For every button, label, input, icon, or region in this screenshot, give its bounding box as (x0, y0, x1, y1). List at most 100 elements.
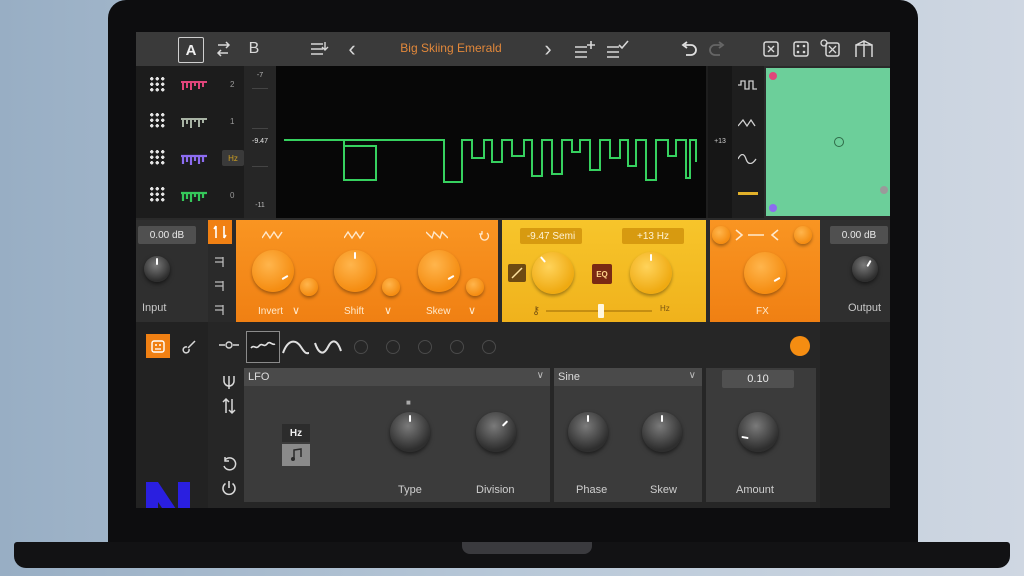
shift-dropdown-icon[interactable]: ∨ (384, 304, 392, 317)
modulator-face-icon[interactable] (146, 334, 170, 358)
redo-icon[interactable] (706, 37, 728, 61)
retrigger-icon[interactable] (218, 454, 240, 474)
phase-label: Phase (576, 484, 608, 496)
skew-mod-knob[interactable] (466, 278, 484, 296)
sine-wave-icon[interactable] (738, 154, 758, 164)
random-icon[interactable] (760, 37, 782, 61)
skew-dropdown-icon[interactable]: ∨ (468, 304, 476, 317)
waveform-slot[interactable] (386, 340, 400, 354)
fx-routing-icon[interactable] (734, 228, 786, 242)
output-gain-value[interactable]: 0.00 dB (830, 226, 888, 244)
toolbar: A B ‹ Big Skiing Emerald › (136, 32, 890, 66)
wave-thumbnail-purple[interactable] (181, 154, 207, 166)
ab-b-button[interactable]: B (244, 37, 264, 61)
input-gain-value[interactable]: 0.00 dB (138, 226, 196, 244)
fx-knob[interactable] (744, 252, 786, 294)
waveform-select[interactable]: Sine ∨ (554, 368, 702, 386)
guitar-icon[interactable] (178, 336, 200, 358)
routing-icon[interactable] (852, 37, 876, 61)
preset-list-icon[interactable] (308, 37, 332, 61)
waveform-slot[interactable] (450, 340, 464, 354)
grid-icon[interactable] (149, 112, 165, 128)
skew-knob[interactable] (418, 250, 460, 292)
waveform-button-noise[interactable] (246, 331, 280, 363)
amount-value[interactable]: 0.10 (722, 370, 794, 388)
grid-8-icon[interactable] (211, 276, 229, 294)
triangle-wave-icon[interactable] (262, 230, 284, 240)
invert-knob[interactable] (252, 250, 294, 292)
output-gain-knob[interactable] (852, 256, 878, 282)
skew-wave-icon[interactable] (426, 230, 448, 240)
semitone-knob[interactable] (532, 252, 574, 294)
shift-wave-icon[interactable] (344, 230, 366, 240)
wave-thumbnail-pink[interactable] (181, 80, 207, 92)
undo-icon[interactable] (678, 37, 700, 61)
link-toggle-icon[interactable] (208, 220, 232, 244)
copy-ab-icon[interactable] (212, 37, 236, 61)
waveform-slot[interactable] (482, 340, 496, 354)
random-all-icon[interactable] (818, 37, 844, 61)
phase-knob[interactable] (568, 412, 608, 452)
invert-dropdown-icon[interactable]: ∨ (292, 304, 300, 317)
grid-icon[interactable] (149, 149, 165, 165)
fx-mod-knob-left[interactable] (712, 226, 730, 244)
square-wave-icon[interactable] (738, 80, 758, 90)
frequency-knob[interactable] (630, 252, 672, 294)
semitone-value[interactable]: -9.47 Semi (520, 228, 582, 244)
fx-mod-knob-right[interactable] (794, 226, 812, 244)
lfo-source-select[interactable]: LFO ∨ (244, 368, 550, 386)
waveform-button-sine[interactable] (312, 331, 344, 361)
lfo-division-knob[interactable] (476, 412, 516, 452)
module-tool-strip (208, 220, 232, 322)
n-logo (144, 480, 200, 508)
lfo-sync-note-button[interactable] (282, 444, 310, 466)
grid-icon[interactable] (149, 76, 165, 92)
grid-4-icon[interactable] (211, 252, 229, 270)
modulation-active-dot[interactable] (790, 336, 810, 356)
invert-mod-knob[interactable] (300, 278, 318, 296)
hz-tooltip: Hz (222, 150, 244, 166)
waveform-panel: Sine ∨ Phase Skew (554, 368, 702, 502)
input-gain-knob[interactable] (144, 256, 170, 282)
shift-knob[interactable] (334, 250, 376, 292)
ab-a-button[interactable]: A (178, 37, 204, 63)
division-label: Division (476, 484, 515, 496)
pad-cursor[interactable] (834, 137, 844, 147)
add-preset-icon[interactable] (572, 37, 598, 61)
waveform-slot[interactable] (418, 340, 432, 354)
midi-fork-icon[interactable] (218, 372, 240, 392)
shift-label: Shift (344, 306, 365, 317)
mod-source-icon[interactable] (218, 332, 240, 358)
pitch-slider-thumb[interactable] (598, 304, 604, 318)
waveform-display[interactable] (276, 66, 706, 218)
flat-wave-icon[interactable] (738, 192, 758, 195)
pad-corner-dot-grey (880, 186, 888, 194)
plugin-window: A B ‹ Big Skiing Emerald › 2 1 0 Hz -7 -… (136, 32, 890, 508)
waveform-button-hump[interactable] (280, 331, 312, 361)
grid-12-icon[interactable] (211, 300, 229, 318)
reset-icon[interactable] (478, 230, 490, 242)
wave-thumbnail-green[interactable] (181, 191, 207, 203)
skew-mod-knob-lfo[interactable] (642, 412, 682, 452)
amount-knob[interactable] (738, 412, 778, 452)
preset-name[interactable]: Big Skiing Emerald (356, 41, 546, 55)
waveform-slot[interactable] (354, 340, 368, 354)
dice-icon[interactable] (790, 37, 812, 61)
lfo-type-knob[interactable] (390, 412, 430, 452)
fx-module: FX (710, 220, 820, 322)
grid-icon[interactable] (149, 186, 165, 202)
row-number: 0 (230, 191, 235, 200)
lfo-hz-mode-button[interactable]: Hz (282, 424, 310, 442)
ramp-icon[interactable] (508, 264, 526, 282)
wave-thumbnail-grey[interactable] (181, 117, 207, 129)
eq-button[interactable]: EQ (592, 264, 612, 284)
save-preset-icon[interactable] (604, 37, 630, 61)
xy-pad[interactable] (766, 68, 890, 216)
next-preset-button[interactable]: › (538, 36, 558, 61)
power-icon[interactable] (218, 478, 240, 498)
shift-mod-knob[interactable] (382, 278, 400, 296)
swap-arrows-icon[interactable] (218, 396, 240, 416)
row-number: 1 (230, 117, 235, 126)
pulse-wave-icon[interactable] (738, 118, 758, 128)
frequency-value[interactable]: +13 Hz (622, 228, 684, 244)
